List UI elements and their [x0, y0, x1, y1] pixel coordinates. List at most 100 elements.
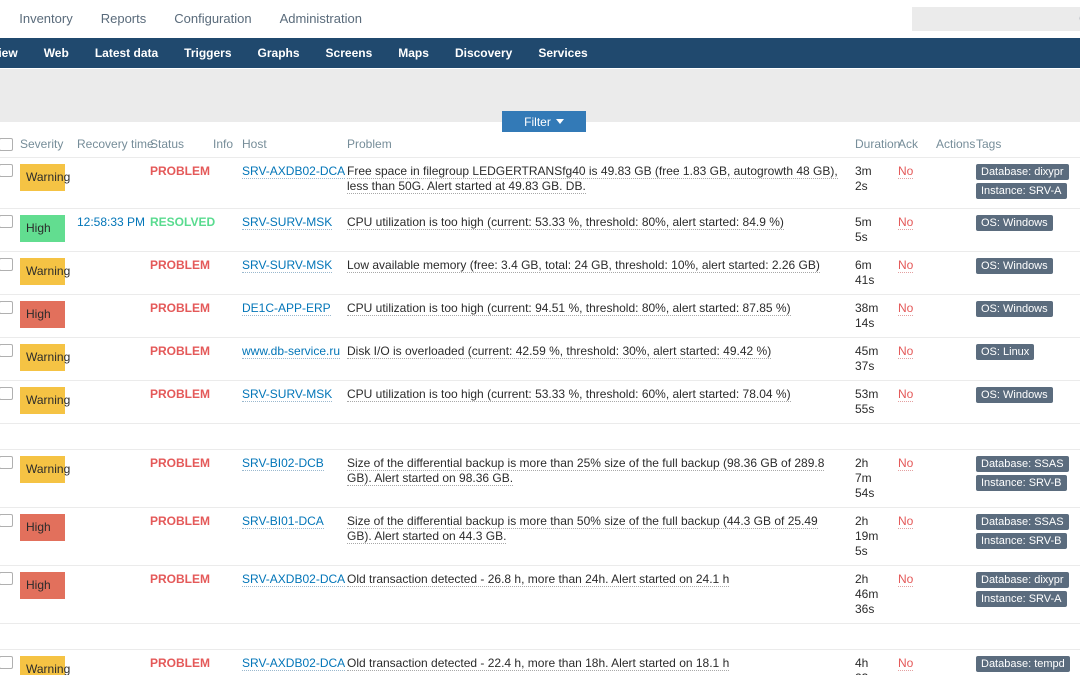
- status-badge[interactable]: RESOLVED: [150, 215, 215, 229]
- sub-menu-item-8[interactable]: Services: [525, 38, 600, 68]
- tag-chip[interactable]: Database: dixypr: [976, 164, 1069, 180]
- problem-link[interactable]: Disk I/O is overloaded (current: 42.59 %…: [347, 344, 771, 359]
- table-row[interactable]: WarningPROBLEMSRV-SURV-MSKLow available …: [0, 252, 1080, 295]
- ack-link[interactable]: No: [898, 301, 913, 316]
- ack-link[interactable]: No: [898, 344, 913, 359]
- table-row[interactable]: HighPROBLEMSRV-BI01-DCASize of the diffe…: [0, 508, 1080, 566]
- row-checkbox[interactable]: [0, 344, 13, 357]
- column-header-host[interactable]: Host: [236, 133, 341, 158]
- row-checkbox[interactable]: [0, 656, 13, 669]
- status-badge[interactable]: PROBLEM: [150, 656, 210, 670]
- filter-button[interactable]: Filter: [502, 111, 586, 132]
- sub-menu-item-2[interactable]: Latest data: [82, 38, 171, 68]
- select-all-checkbox[interactable]: [0, 138, 13, 151]
- status-badge[interactable]: PROBLEM: [150, 164, 210, 178]
- table-row[interactable]: WarningPROBLEMSRV-SURV-MSKCPU utilizatio…: [0, 381, 1080, 424]
- tag-chip[interactable]: Instance: SRV-B: [976, 533, 1067, 549]
- status-badge[interactable]: PROBLEM: [150, 514, 210, 528]
- row-select-cell[interactable]: [0, 158, 14, 209]
- row-select-cell[interactable]: [0, 566, 14, 624]
- row-select-cell[interactable]: [0, 450, 14, 508]
- column-header-problem[interactable]: Problem: [341, 133, 849, 158]
- status-badge[interactable]: PROBLEM: [150, 387, 210, 401]
- tag-chip[interactable]: OS: Linux: [976, 344, 1034, 360]
- row-select-cell[interactable]: [0, 209, 14, 252]
- problem-link[interactable]: Size of the differential backup is more …: [347, 456, 824, 486]
- row-checkbox[interactable]: [0, 572, 13, 585]
- search-input[interactable]: [920, 11, 1079, 27]
- status-badge[interactable]: PROBLEM: [150, 301, 210, 315]
- ack-link[interactable]: No: [898, 258, 913, 273]
- problem-link[interactable]: CPU utilization is too high (current: 53…: [347, 215, 784, 230]
- problem-link[interactable]: Size of the differential backup is more …: [347, 514, 818, 544]
- status-badge[interactable]: PROBLEM: [150, 456, 210, 470]
- main-menu-item-1[interactable]: Inventory: [5, 0, 86, 38]
- table-row[interactable]: HighPROBLEMDE1C-APP-ERPCPU utilization i…: [0, 295, 1080, 338]
- problem-link[interactable]: Low available memory (free: 3.4 GB, tota…: [347, 258, 820, 273]
- row-select-cell[interactable]: [0, 650, 14, 675]
- row-checkbox[interactable]: [0, 387, 13, 400]
- row-checkbox[interactable]: [0, 456, 13, 469]
- ack-link[interactable]: No: [898, 164, 913, 179]
- host-link[interactable]: SRV-BI01-DCA: [242, 514, 324, 529]
- main-menu-item-3[interactable]: Configuration: [160, 0, 265, 38]
- main-menu-item-2[interactable]: Reports: [87, 0, 161, 38]
- host-link[interactable]: SRV-SURV-MSK: [242, 215, 332, 230]
- problem-link[interactable]: CPU utilization is too high (current: 94…: [347, 301, 791, 316]
- row-checkbox[interactable]: [0, 164, 13, 177]
- ack-link[interactable]: No: [898, 456, 913, 471]
- row-select-cell[interactable]: [0, 381, 14, 424]
- problem-link[interactable]: Free space in filegroup LEDGERTRANSfg40 …: [347, 164, 838, 194]
- problem-link[interactable]: CPU utilization is too high (current: 53…: [347, 387, 791, 402]
- recovery-time-value[interactable]: 12:58:33 PM: [77, 215, 145, 229]
- sub-menu-item-6[interactable]: Maps: [385, 38, 442, 68]
- ack-link[interactable]: No: [898, 514, 913, 529]
- table-row[interactable]: WarningPROBLEMSRV-BI02-DCBSize of the di…: [0, 450, 1080, 508]
- row-checkbox[interactable]: [0, 301, 13, 314]
- problem-link[interactable]: Old transaction detected - 26.8 h, more …: [347, 572, 729, 587]
- row-select-cell[interactable]: [0, 338, 14, 381]
- ack-link[interactable]: No: [898, 656, 913, 671]
- sub-menu-item-7[interactable]: Discovery: [442, 38, 525, 68]
- row-checkbox[interactable]: [0, 514, 13, 527]
- status-badge[interactable]: PROBLEM: [150, 344, 210, 358]
- tag-chip[interactable]: Database: dixypr: [976, 572, 1069, 588]
- tag-chip[interactable]: OS: Windows: [976, 301, 1053, 317]
- sub-menu-item-0[interactable]: rview: [0, 38, 31, 68]
- host-link[interactable]: SRV-AXDB02-DCA: [242, 164, 345, 179]
- host-link[interactable]: SRV-AXDB02-DCA: [242, 572, 345, 587]
- row-checkbox[interactable]: [0, 215, 13, 228]
- row-select-cell[interactable]: [0, 508, 14, 566]
- row-select-cell[interactable]: [0, 295, 14, 338]
- host-link[interactable]: SRV-BI02-DCB: [242, 456, 324, 471]
- sub-menu-item-4[interactable]: Graphs: [245, 38, 313, 68]
- tag-chip[interactable]: OS: Windows: [976, 215, 1053, 231]
- host-link[interactable]: SRV-AXDB02-DCA: [242, 656, 345, 671]
- tag-chip[interactable]: Instance: SRV-A: [976, 591, 1067, 607]
- table-row[interactable]: WarningPROBLEMSRV-AXDB02-DCAOld transact…: [0, 650, 1080, 675]
- host-link[interactable]: SRV-SURV-MSK: [242, 387, 332, 402]
- row-checkbox[interactable]: [0, 258, 13, 271]
- tag-chip[interactable]: Database: tempd: [976, 656, 1070, 672]
- global-search[interactable]: [912, 7, 1080, 31]
- sub-menu-item-3[interactable]: Triggers: [171, 38, 244, 68]
- tag-chip[interactable]: Instance: SRV-A: [976, 183, 1067, 199]
- ack-link[interactable]: No: [898, 215, 913, 230]
- ack-link[interactable]: No: [898, 572, 913, 587]
- tag-chip[interactable]: Database: SSAS: [976, 456, 1069, 472]
- row-select-cell[interactable]: [0, 252, 14, 295]
- tag-chip[interactable]: OS: Windows: [976, 387, 1053, 403]
- ack-link[interactable]: No: [898, 387, 913, 402]
- host-link[interactable]: SRV-SURV-MSK: [242, 258, 332, 273]
- sub-menu-item-5[interactable]: Screens: [313, 38, 386, 68]
- host-link[interactable]: www.db-service.ru: [242, 344, 340, 359]
- problem-link[interactable]: Old transaction detected - 22.4 h, more …: [347, 656, 729, 671]
- tag-chip[interactable]: Instance: SRV-B: [976, 475, 1067, 491]
- table-row[interactable]: WarningPROBLEMSRV-AXDB02-DCAFree space i…: [0, 158, 1080, 209]
- status-badge[interactable]: PROBLEM: [150, 258, 210, 272]
- tag-chip[interactable]: Database: SSAS: [976, 514, 1069, 530]
- host-link[interactable]: DE1C-APP-ERP: [242, 301, 331, 316]
- tag-chip[interactable]: OS: Windows: [976, 258, 1053, 274]
- table-row[interactable]: WarningPROBLEMwww.db-service.ruDisk I/O …: [0, 338, 1080, 381]
- table-row[interactable]: HighPROBLEMSRV-AXDB02-DCAOld transaction…: [0, 566, 1080, 624]
